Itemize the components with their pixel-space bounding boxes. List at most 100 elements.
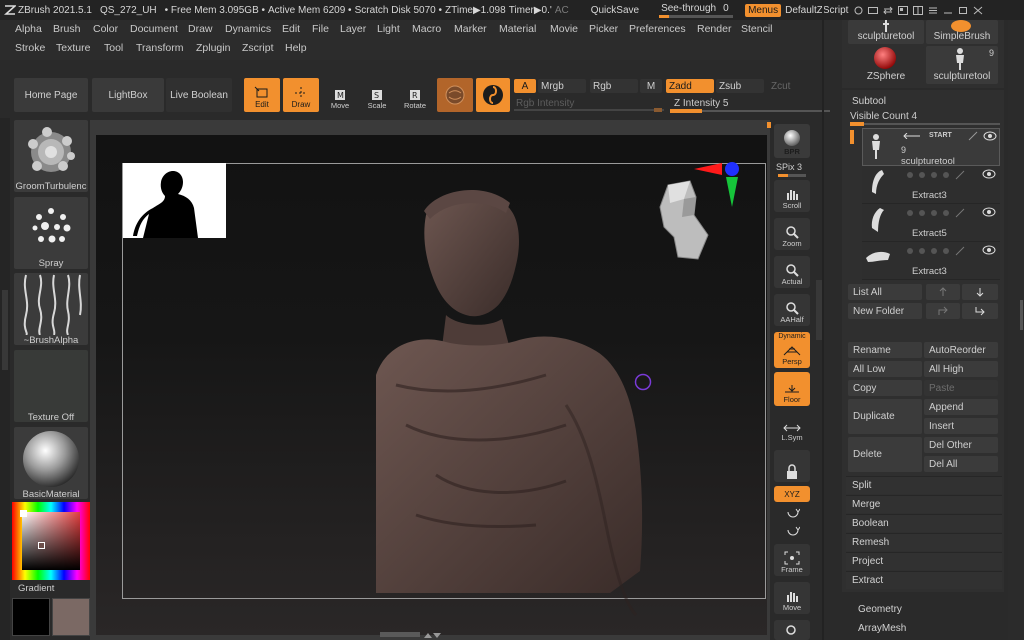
live-boolean-button[interactable]: Live Boolean [166,78,232,112]
bpr-button[interactable]: BPR [774,124,810,158]
zcut-toggle[interactable]: Zcut [768,79,798,93]
persp-button[interactable]: Dynamic Persp [774,332,810,368]
scroll-button[interactable]: Scroll [774,180,810,212]
brush-toggle-icon[interactable] [967,131,979,141]
sculpture-model[interactable] [376,175,666,637]
append-button[interactable]: Append [924,399,998,415]
draw-button[interactable]: Draw [283,78,319,112]
menu-stencil[interactable]: Stencil [741,23,773,35]
menu-light[interactable]: Light [377,23,400,35]
swap-icon[interactable] [883,6,894,15]
subtool-item-sculpturetool[interactable]: START 9 sculpturetool [862,128,1000,167]
visible-count-slider[interactable]: Visible Count 4 [846,110,1002,126]
z-intensity-slider[interactable]: Z Intensity 5 [670,96,830,114]
subtool-header[interactable]: Subtool [846,92,1002,110]
rgb-intensity-slider[interactable]: Rgb Intensity [514,96,664,112]
move-button[interactable]: M Move [323,80,357,110]
subtool-scroll-thumb[interactable] [850,130,854,144]
maximize-icon[interactable] [958,6,968,15]
rotate-y-icon[interactable] [786,506,800,518]
rename-button[interactable]: Rename [848,342,922,358]
rotate-button[interactable]: R Rotate [398,80,432,110]
zoom-button[interactable]: Zoom [774,218,810,250]
viewport-canvas[interactable] [96,135,767,635]
m-toggle[interactable]: M [640,79,662,93]
eye-icon[interactable] [983,131,997,141]
menu-zscript[interactable]: Zscript [242,42,274,54]
split-section[interactable]: Split [846,476,1002,494]
menu-layer[interactable]: Layer [340,23,366,35]
menu-document[interactable]: Document [130,23,178,35]
menu-marker[interactable]: Marker [454,23,487,35]
lock-button[interactable] [774,450,810,482]
delete-button[interactable]: Delete [848,437,922,472]
autoreorder-button[interactable]: AutoReorder [924,342,998,358]
folder-out-button[interactable] [962,303,998,319]
dock-icon[interactable] [913,5,924,15]
color-marker-primary[interactable] [20,510,27,517]
menu-picker[interactable]: Picker [589,23,618,35]
zsub-toggle[interactable]: Zsub [716,79,764,93]
subtool-item-extract3-a[interactable]: Extract3 [862,166,1000,204]
rotate-z-icon[interactable] [786,524,800,536]
all-low-button[interactable]: All Low [848,361,922,377]
color-saturation-square[interactable] [20,510,80,570]
project-section[interactable]: Project [846,552,1002,570]
zadd-toggle[interactable]: Zadd [666,79,714,93]
rgb-toggle[interactable]: Rgb [590,79,638,93]
silhouette-preview[interactable] [123,163,226,238]
canvas-resize-marker[interactable] [767,122,771,128]
menu-file[interactable]: File [312,23,329,35]
default-zscript-button[interactable]: DefaultZScript [785,5,848,16]
axis-gizmo-icon[interactable] [694,159,742,211]
quicksave-button[interactable]: QuickSave [591,5,639,16]
merge-section[interactable]: Merge [846,495,1002,513]
color-picker[interactable] [12,502,90,580]
menu-draw[interactable]: Draw [188,23,213,35]
menu-zplugin[interactable]: Zplugin [196,42,230,54]
mrgb-toggle[interactable]: Mrgb [538,79,586,93]
menu-alpha[interactable]: Alpha [15,23,42,35]
eye-icon[interactable] [982,245,996,255]
secondary-color-swatch[interactable] [52,598,90,636]
eye-icon[interactable] [982,207,996,217]
del-other-button[interactable]: Del Other [924,437,998,453]
minimize-icon[interactable] [943,6,953,15]
main-color-swatch[interactable] [12,598,50,636]
a-toggle[interactable]: A [514,79,536,93]
aahalf-button[interactable]: AAHalf [774,294,810,326]
edit-button[interactable]: Edit [244,78,280,112]
help-icon[interactable] [854,6,863,15]
new-folder-button[interactable]: New Folder [848,303,922,319]
insert-button[interactable]: Insert [924,418,998,434]
left-tray-handle[interactable] [2,290,8,370]
geometry-section[interactable]: Geometry [846,600,1002,618]
menu-help[interactable]: Help [285,42,307,54]
floor-button[interactable]: Floor [774,372,810,406]
subtool-toggles-icon[interactable] [902,170,968,180]
paste-button[interactable]: Paste [924,380,998,396]
zoom-3d-button[interactable] [774,620,810,640]
menu-movie[interactable]: Movie [550,23,578,35]
menu-macro[interactable]: Macro [412,23,441,35]
menus-button[interactable]: Menus [745,3,782,17]
subtool-item-extract5[interactable]: Extract5 [862,204,1000,242]
menu-dynamics[interactable]: Dynamics [225,23,271,35]
subtool-toggles-icon[interactable] [902,208,968,218]
spix-slider[interactable] [778,174,806,177]
close-icon[interactable] [973,6,983,15]
arraymesh-section[interactable]: ArrayMesh [846,619,1002,637]
layout-icon[interactable] [868,6,879,15]
menu-brush[interactable]: Brush [53,23,80,35]
mrgb-material-button[interactable] [437,78,473,112]
lightbox-button[interactable]: LightBox [92,78,164,112]
boolean-section[interactable]: Boolean [846,514,1002,532]
spix-label[interactable]: SPix 3 [776,162,802,172]
menu-color[interactable]: Color [93,23,118,35]
subtool-item-extract3-b[interactable]: Extract3 [862,242,1000,280]
extract-section[interactable]: Extract [846,571,1002,589]
copy-button[interactable]: Copy [848,380,922,396]
menu-material[interactable]: Material [499,23,536,35]
menu-preferences[interactable]: Preferences [629,23,686,35]
scale-button[interactable]: S Scale [360,80,394,110]
